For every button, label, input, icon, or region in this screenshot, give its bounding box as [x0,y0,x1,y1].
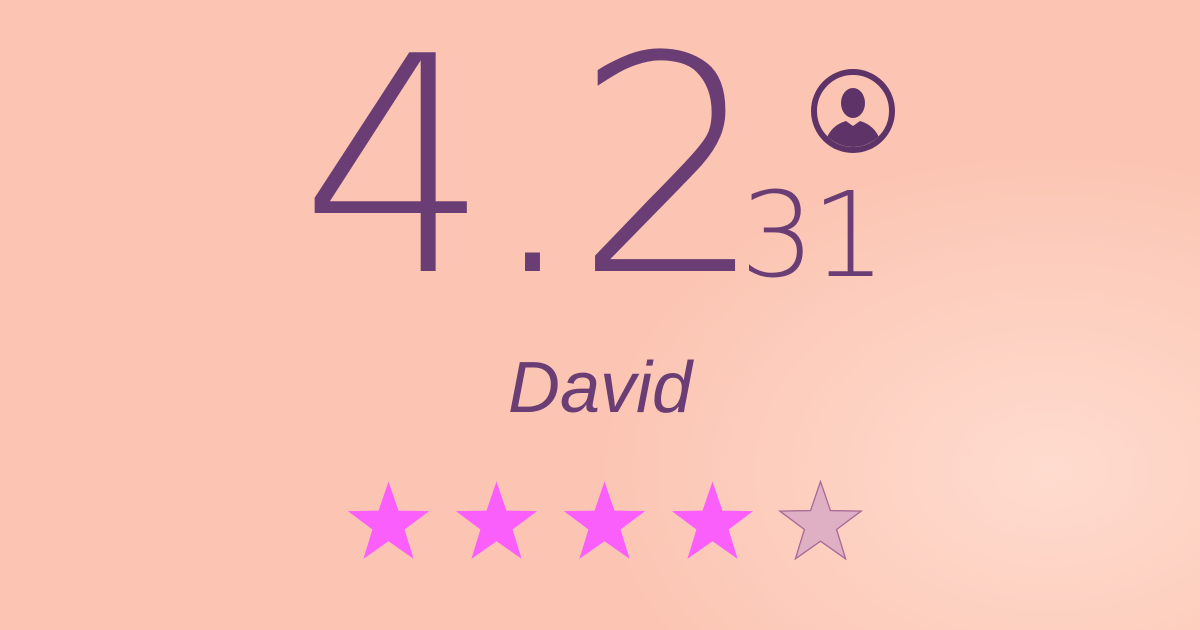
review-count: 31 [740,166,886,304]
user-name: David [507,348,693,428]
rating-card: 4.2 31 David [0,0,1200,630]
star-filled-icon [671,481,754,559]
star-filled-icon [563,481,646,559]
star-empty-icon [777,479,864,561]
user-circle-icon [811,69,895,153]
star-rating [344,478,865,567]
star-filled-icon [455,481,538,559]
star-filled-icon [347,481,430,559]
rating-value: 4.2 [300,0,765,342]
